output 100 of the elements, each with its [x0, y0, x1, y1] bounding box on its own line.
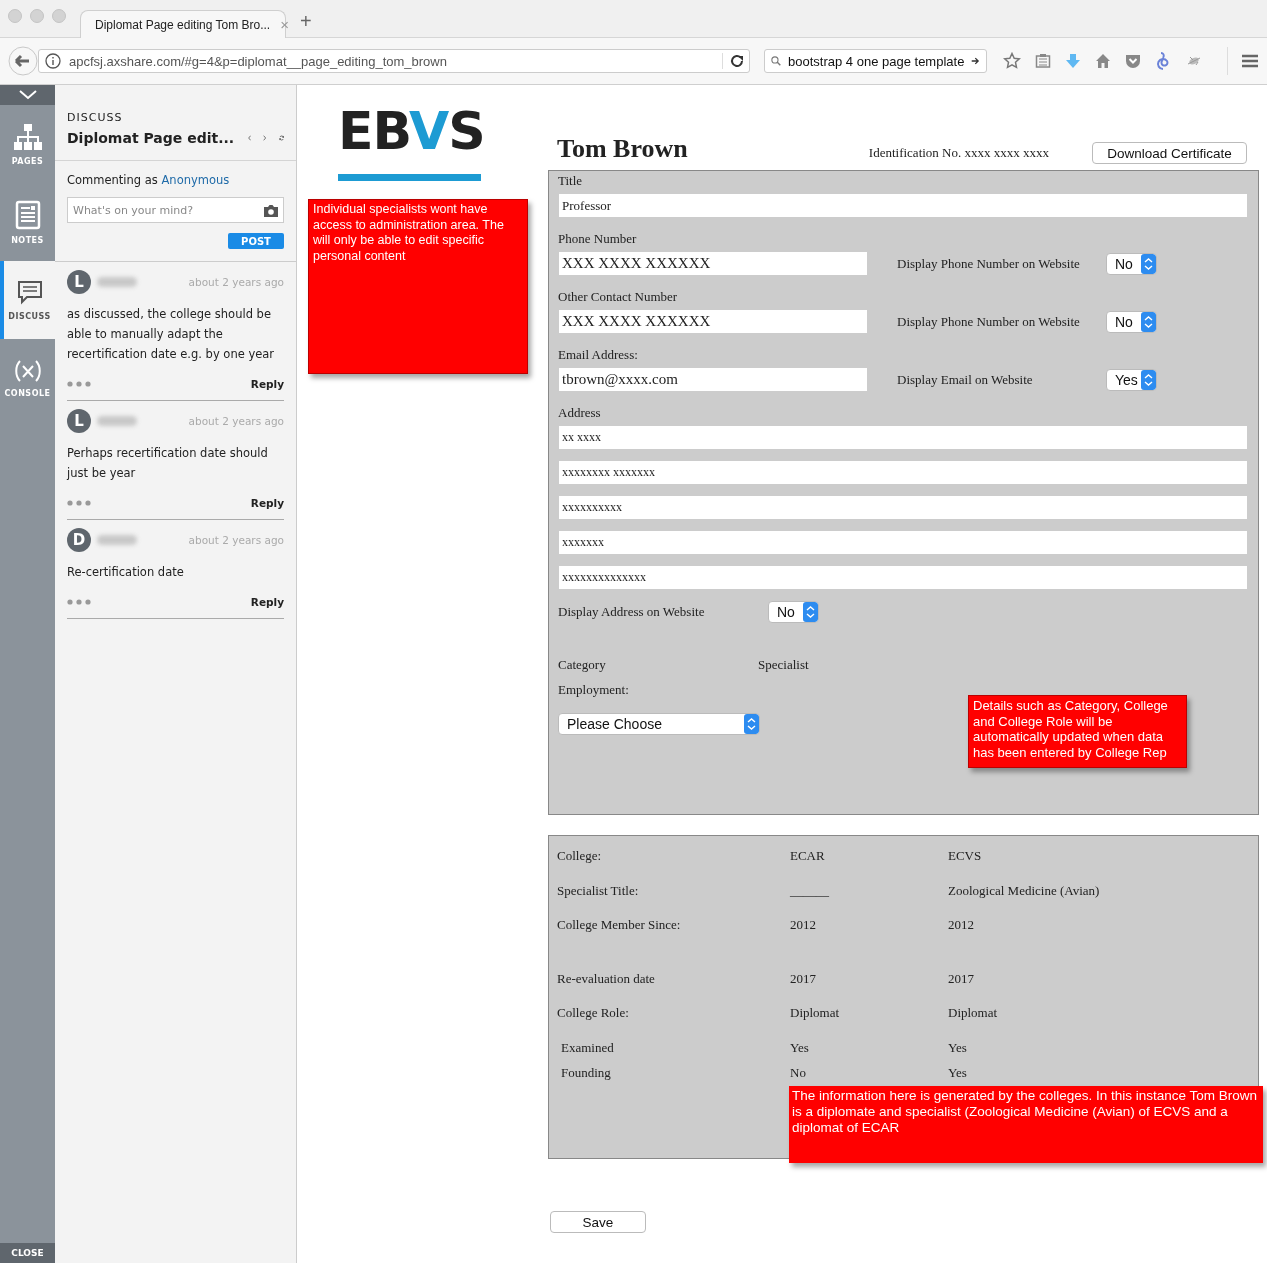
- address-field[interactable]: xxxxxxxxxx: [559, 496, 1247, 519]
- table-cell-text: Diplomat: [948, 1005, 999, 1022]
- stepper-icon: [744, 714, 759, 734]
- input-field[interactable]: XXX XXXX XXXXXX: [559, 252, 867, 275]
- row-label: College Role:: [557, 1005, 630, 1022]
- toggle-label: Display Address on Website: [558, 604, 706, 620]
- toggle-label: Display Phone Number on Website: [896, 313, 1081, 330]
- redacted-name: [97, 277, 137, 287]
- input-field[interactable]: tbrown@xxxx.com: [559, 368, 867, 391]
- row-label: Re-evaluation date: [557, 970, 656, 988]
- reply-link[interactable]: Reply: [250, 378, 284, 390]
- info-icon[interactable]: [45, 53, 61, 69]
- sticky-note: The information here is generated by the colleges. In this instance Tom Brown is a diplomate and specialist (Zoological Medicine (Avian) of ECVS and a diplomat of ECAR: [789, 1086, 1263, 1163]
- comment-text: as discussed, the college should be able to manually adapt the recertification date e.g. by one year: [67, 306, 276, 363]
- user-link[interactable]: Anonymous: [161, 173, 230, 187]
- logo-text: EB: [338, 101, 410, 161]
- address-field[interactable]: xxxxxxxx xxxxxxx: [559, 461, 1247, 484]
- address-bar[interactable]: apcfsj.axshare.com/#g=4&p=diplomat__page_editing_tom_brown: [38, 49, 750, 73]
- select-field[interactable]: No: [768, 601, 819, 623]
- field-label: Phone Number: [558, 231, 638, 247]
- identification-number: Identification No. xxxx xxxx xxxx: [868, 145, 1049, 161]
- address-field[interactable]: xxxxxxxxxxxxxx: [559, 566, 1247, 589]
- new-tab-button[interactable]: +: [300, 10, 312, 33]
- table-cell-text: Zoological Medicine (Avian): [948, 882, 1101, 900]
- table-cell-text: 2012: [948, 917, 975, 934]
- person-name: Tom Brown: [557, 134, 688, 164]
- select-field[interactable]: No: [1106, 252, 1157, 275]
- sticky-note: Details such as Category, College and College Role will be automatically updated when data has been entered by College Rep: [968, 695, 1187, 768]
- table-cell-text: ECVS: [948, 848, 983, 865]
- search-icon: [771, 54, 782, 68]
- category-label: Category: [558, 657, 607, 673]
- home-icon[interactable]: [1095, 53, 1111, 69]
- collapse-button[interactable]: [0, 85, 55, 105]
- comment-text: Perhaps recertification date should just be year: [67, 445, 269, 482]
- table-cell-text: Yes: [790, 1039, 810, 1057]
- bookmark-star-icon[interactable]: [1003, 52, 1021, 70]
- more-icon[interactable]: [67, 500, 91, 506]
- more-icon[interactable]: [67, 381, 91, 387]
- row-label: College Member Since:: [557, 917, 682, 934]
- menu-icon[interactable]: [1242, 54, 1258, 68]
- reload-icon[interactable]: [722, 53, 745, 69]
- url-text: apcfsj.axshare.com/#g=4&p=diplomat__page_editing_tom_brown: [69, 53, 448, 69]
- go-arrow-icon[interactable]: [971, 55, 980, 67]
- sitemap-icon: [12, 122, 43, 151]
- table-cell-text: ______: [790, 882, 830, 900]
- input-field[interactable]: Professor: [559, 194, 1247, 217]
- reply-link[interactable]: Reply: [250, 596, 284, 608]
- reply-link[interactable]: Reply: [250, 497, 284, 509]
- input-field[interactable]: XXX XXXX XXXXXX: [559, 310, 867, 333]
- stepper-icon: [1141, 253, 1156, 274]
- page-title: Diplomat Page edit...: [67, 130, 235, 146]
- close-button[interactable]: CLOSE: [0, 1243, 55, 1263]
- field-label: Employment:: [558, 682, 630, 698]
- post-button[interactable]: POST: [228, 233, 284, 249]
- more-icon[interactable]: [67, 599, 91, 605]
- avatar: L: [67, 270, 91, 294]
- row-label: Examined: [561, 1039, 615, 1057]
- category-value: Specialist: [758, 657, 809, 673]
- toggle-label: Display Phone Number on Website: [896, 255, 1081, 272]
- stepper-icon: [1141, 369, 1156, 390]
- row-label: Founding: [561, 1065, 612, 1082]
- comment-time: about 2 years ago: [188, 534, 284, 546]
- table-cell-text: ECAR: [790, 848, 826, 865]
- table-cell-text: 2012: [790, 917, 817, 934]
- employment-select[interactable]: Please Choose: [558, 713, 760, 735]
- commenting-as-text: Commenting as Anonymous: [67, 173, 231, 187]
- spiral-icon[interactable]: [1155, 52, 1171, 70]
- search-field[interactable]: bootstrap 4 one page template: [764, 49, 987, 73]
- table-cell-text: 2017: [790, 970, 817, 988]
- logo-text: V: [409, 101, 449, 161]
- logo-text: S: [448, 101, 485, 161]
- stepper-icon: [803, 602, 818, 622]
- table-cell-text: Yes: [948, 1065, 968, 1082]
- table-cell-text: 2017: [948, 970, 975, 988]
- table-cell-text: Yes: [948, 1039, 968, 1057]
- row-label: Specialist Title:: [557, 882, 640, 900]
- table-cell-text: Diplomat: [790, 1005, 841, 1022]
- speech-bubble-icon: [16, 279, 43, 306]
- reading-list-icon[interactable]: [1035, 53, 1051, 69]
- download-icon[interactable]: [1065, 53, 1081, 69]
- field-label: Email Address:: [558, 347, 639, 363]
- field-label: Other Contact Number: [558, 289, 679, 305]
- address-field[interactable]: xx xxxx: [559, 426, 1247, 449]
- select-field[interactable]: Yes: [1106, 368, 1157, 391]
- bug-icon[interactable]: [1185, 54, 1203, 68]
- save-button[interactable]: Save: [550, 1211, 646, 1233]
- select-field[interactable]: No: [1106, 310, 1157, 333]
- rail-tab[interactable]: DISCUSS: [0, 261, 55, 339]
- row-label: College:: [557, 848, 603, 865]
- pocket-icon[interactable]: [1125, 53, 1141, 69]
- download-certificate-button[interactable]: Download Certificate: [1092, 142, 1247, 164]
- address-field[interactable]: xxxxxxx: [559, 531, 1247, 554]
- browser-tab[interactable]: Diplomat Page editing Tom Bro... ×: [80, 10, 286, 38]
- stepper-icon: [1141, 311, 1156, 332]
- panel-heading: DISCUSS: [67, 111, 124, 124]
- camera-icon[interactable]: [263, 203, 279, 217]
- back-icon[interactable]: [8, 46, 38, 76]
- comment-field[interactable]: What's on your mind?: [67, 197, 284, 223]
- comment-time: about 2 years ago: [188, 276, 284, 288]
- comment-text: Re-certification date: [67, 564, 185, 581]
